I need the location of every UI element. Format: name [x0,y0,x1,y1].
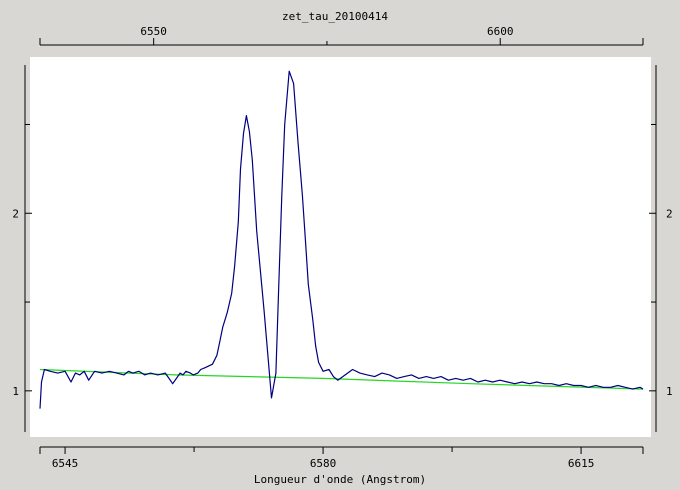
chart-title: zet_tau_20100414 [282,10,388,23]
left-tick-label: 1 [12,385,19,398]
bottom-tick-label: 6545 [52,457,79,470]
plot-area [30,57,651,437]
top-tick-label: 6550 [140,25,167,38]
spectrum-chart: zet_tau_20100414 6550 6600 12 12 6545 6580… [12,10,673,486]
top-tick-label: 6600 [487,25,514,38]
bottom-tick-label: 6580 [310,457,337,470]
bottom-tick-label: 6615 [568,457,595,470]
right-tick-label: 1 [666,385,673,398]
right-tick-label: 2 [666,207,673,220]
top-axis: 6550 6600 [39,25,644,46]
right-axis: 12 [649,65,673,432]
x-axis-label: Longueur d'onde (Angstrom) [254,473,426,486]
bottom-axis: 6545 6580 6615 [39,446,644,470]
left-tick-label: 2 [12,207,19,220]
left-axis: 12 [12,65,32,432]
